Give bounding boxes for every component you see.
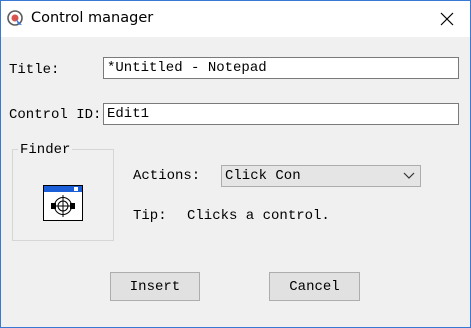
insert-button[interactable]: Insert [110,272,200,301]
title-label: Title: [9,62,60,78]
control-id-label: Control ID: [9,107,102,123]
close-button[interactable] [424,1,470,37]
control-id-input[interactable] [103,103,459,125]
chevron-down-icon [403,172,415,179]
tip-label: Tip: [133,208,167,224]
window-title: Control manager [31,10,154,26]
control-manager-dialog: Control manager Title: Control ID: Finde… [0,0,471,328]
title-input[interactable] [103,57,459,79]
actions-selected-value: Click Con [225,168,301,184]
crosshair-app-icon [7,10,23,26]
title-bar: Control manager [1,1,470,37]
actions-label: Actions: [133,168,201,184]
close-icon [440,12,454,26]
tip-text: Clicks a control. [187,208,330,224]
actions-dropdown[interactable]: Click Con [221,165,421,187]
finder-group-label: Finder [18,142,73,158]
cancel-button[interactable]: Cancel [269,272,360,301]
finder-crosshair-icon[interactable] [43,185,83,221]
